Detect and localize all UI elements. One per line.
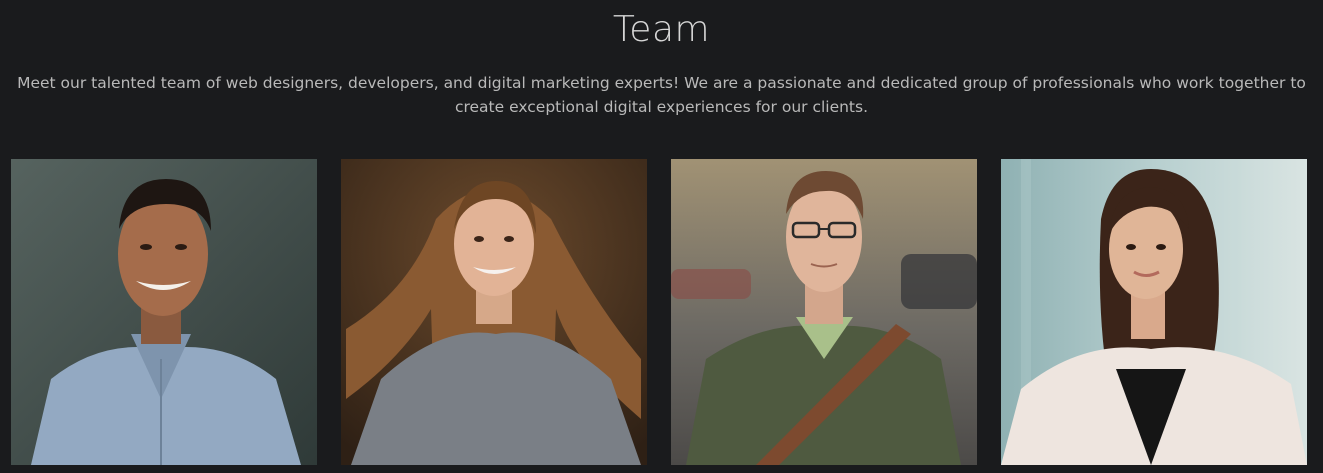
team-member-photo [671,159,977,465]
section-intro: Meet our talented team of web designers,… [17,74,1306,116]
team-grid [11,159,1307,465]
team-member-card[interactable] [671,159,977,465]
team-member-card[interactable] [341,159,647,465]
section-title: Team [612,9,711,50]
team-member-photo [11,159,317,465]
team-member-photo [1001,159,1307,465]
team-member-card[interactable] [11,159,317,465]
team-member-card[interactable] [1001,159,1307,465]
team-member-photo [341,159,647,465]
team-section: Team Meet our talented team of web desig… [0,0,1323,473]
